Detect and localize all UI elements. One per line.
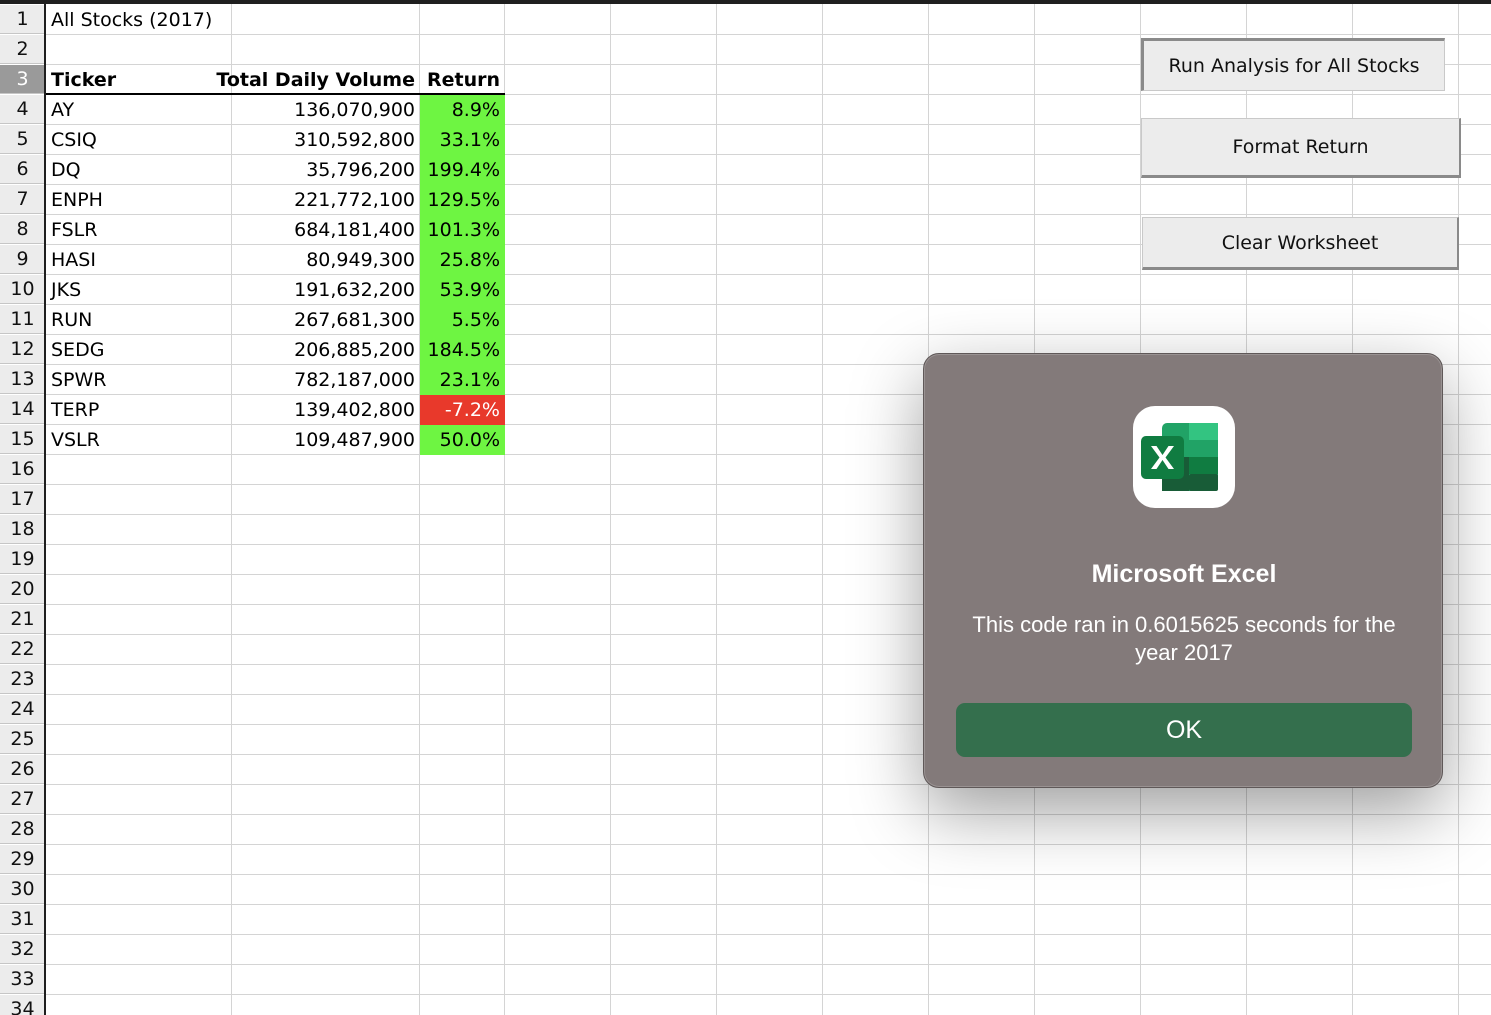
row-header[interactable]: 23 xyxy=(0,665,45,694)
ticker-cell[interactable]: HASI xyxy=(46,245,232,274)
ticker-cell[interactable]: VSLR xyxy=(46,425,232,454)
row-header[interactable]: 16 xyxy=(0,455,45,484)
gridline-vertical xyxy=(610,0,611,1015)
gridline-horizontal xyxy=(45,994,1491,995)
row-header[interactable]: 15 xyxy=(0,425,45,454)
ticker-cell[interactable]: ENPH xyxy=(46,185,232,214)
ticker-cell[interactable]: FSLR xyxy=(46,215,232,244)
return-cell[interactable]: 184.5% xyxy=(420,335,505,365)
row-header[interactable]: 32 xyxy=(0,935,45,964)
format-return-button[interactable]: Format Return xyxy=(1141,118,1461,178)
dialog-title: Microsoft Excel xyxy=(1091,560,1277,588)
ticker-cell[interactable]: CSIQ xyxy=(46,125,232,154)
row-header[interactable]: 2 xyxy=(0,35,45,64)
row-header[interactable]: 14 xyxy=(0,395,45,424)
gridline-vertical xyxy=(716,0,717,1015)
row-header[interactable]: 13 xyxy=(0,365,45,394)
volume-cell[interactable]: 109,487,900 xyxy=(232,425,420,454)
volume-cell[interactable]: 267,681,300 xyxy=(232,305,420,334)
row-header[interactable]: 7 xyxy=(0,185,45,214)
row-header[interactable]: 27 xyxy=(0,785,45,814)
ticker-cell[interactable]: AY xyxy=(46,95,232,124)
return-cell[interactable]: 199.4% xyxy=(420,155,505,185)
row-header[interactable]: 18 xyxy=(0,515,45,544)
row-header[interactable]: 11 xyxy=(0,305,45,334)
row-header[interactable]: 29 xyxy=(0,845,45,874)
gridline-horizontal xyxy=(45,904,1491,905)
gridline-vertical xyxy=(822,0,823,1015)
row-header[interactable]: 12 xyxy=(0,335,45,364)
row-header[interactable]: 26 xyxy=(0,755,45,784)
row-header[interactable]: 10 xyxy=(0,275,45,304)
return-cell[interactable]: 8.9% xyxy=(420,95,505,125)
row-header[interactable]: 5 xyxy=(0,125,45,154)
row-header-edge xyxy=(44,0,46,1015)
row-header[interactable]: 22 xyxy=(0,635,45,664)
ticker-cell[interactable]: JKS xyxy=(46,275,232,304)
row-header[interactable]: 9 xyxy=(0,245,45,274)
ticker-cell[interactable]: SEDG xyxy=(46,335,232,364)
row-header[interactable]: 20 xyxy=(0,575,45,604)
volume-cell[interactable]: 684,181,400 xyxy=(232,215,420,244)
gridline-horizontal xyxy=(45,844,1491,845)
sheet-title-cell[interactable]: All Stocks (2017) xyxy=(46,5,232,34)
return-cell[interactable]: -7.2% xyxy=(420,395,505,425)
header-return[interactable]: Return xyxy=(420,65,505,94)
row-header[interactable]: 4 xyxy=(0,95,45,124)
gridline-horizontal xyxy=(45,34,1491,35)
volume-cell[interactable]: 35,796,200 xyxy=(232,155,420,184)
dialog-message: This code ran in 0.6015625 seconds for t… xyxy=(972,612,1396,665)
volume-cell[interactable]: 782,187,000 xyxy=(232,365,420,394)
gridline-horizontal xyxy=(45,814,1491,815)
row-header[interactable]: 21 xyxy=(0,605,45,634)
run-analysis-button[interactable]: Run Analysis for All Stocks xyxy=(1141,38,1445,91)
ticker-cell[interactable]: TERP xyxy=(46,395,232,424)
volume-cell[interactable]: 310,592,800 xyxy=(232,125,420,154)
volume-cell[interactable]: 191,632,200 xyxy=(232,275,420,304)
header-ticker[interactable]: Ticker xyxy=(46,65,232,94)
row-header[interactable]: 31 xyxy=(0,905,45,934)
volume-cell[interactable]: 221,772,100 xyxy=(232,185,420,214)
row-header[interactable]: 24 xyxy=(0,695,45,724)
row-header[interactable]: 6 xyxy=(0,155,45,184)
row-header[interactable]: 1 xyxy=(0,5,45,34)
return-cell[interactable]: 23.1% xyxy=(420,365,505,395)
return-cell[interactable]: 25.8% xyxy=(420,245,505,275)
return-cell[interactable]: 50.0% xyxy=(420,425,505,455)
toolbar-edge xyxy=(0,0,1491,4)
volume-cell[interactable]: 206,885,200 xyxy=(232,335,420,364)
return-cell[interactable]: 101.3% xyxy=(420,215,505,245)
row-header[interactable]: 25 xyxy=(0,725,45,754)
row-header[interactable]: 34 xyxy=(0,995,45,1015)
ticker-cell[interactable]: DQ xyxy=(46,155,232,184)
row-header[interactable]: 33 xyxy=(0,965,45,994)
row-header[interactable]: 17 xyxy=(0,485,45,514)
alert-dialog: Microsoft Excel This code ran in 0.60156… xyxy=(923,353,1443,788)
row-header[interactable]: 30 xyxy=(0,875,45,904)
return-cell[interactable]: 33.1% xyxy=(420,125,505,155)
volume-cell[interactable]: 136,070,900 xyxy=(232,95,420,124)
return-cell[interactable]: 129.5% xyxy=(420,185,505,215)
row-header[interactable]: 28 xyxy=(0,815,45,844)
volume-cell[interactable]: 80,949,300 xyxy=(232,245,420,274)
ticker-cell[interactable]: SPWR xyxy=(46,365,232,394)
gridline-horizontal xyxy=(45,874,1491,875)
clear-worksheet-button[interactable]: Clear Worksheet xyxy=(1142,217,1459,270)
row-header[interactable]: 8 xyxy=(0,215,45,244)
gridline-horizontal xyxy=(45,964,1491,965)
gridline-horizontal xyxy=(45,934,1491,935)
ok-button[interactable]: OK xyxy=(956,703,1412,757)
excel-app-icon xyxy=(1133,406,1235,508)
return-cell[interactable]: 5.5% xyxy=(420,305,505,335)
return-cell[interactable]: 53.9% xyxy=(420,275,505,305)
row-header[interactable]: 3 xyxy=(0,65,45,94)
volume-cell[interactable]: 139,402,800 xyxy=(232,395,420,424)
row-header[interactable]: 19 xyxy=(0,545,45,574)
header-total-daily-volume[interactable]: Total Daily Volume xyxy=(216,65,420,94)
ticker-cell[interactable]: RUN xyxy=(46,305,232,334)
